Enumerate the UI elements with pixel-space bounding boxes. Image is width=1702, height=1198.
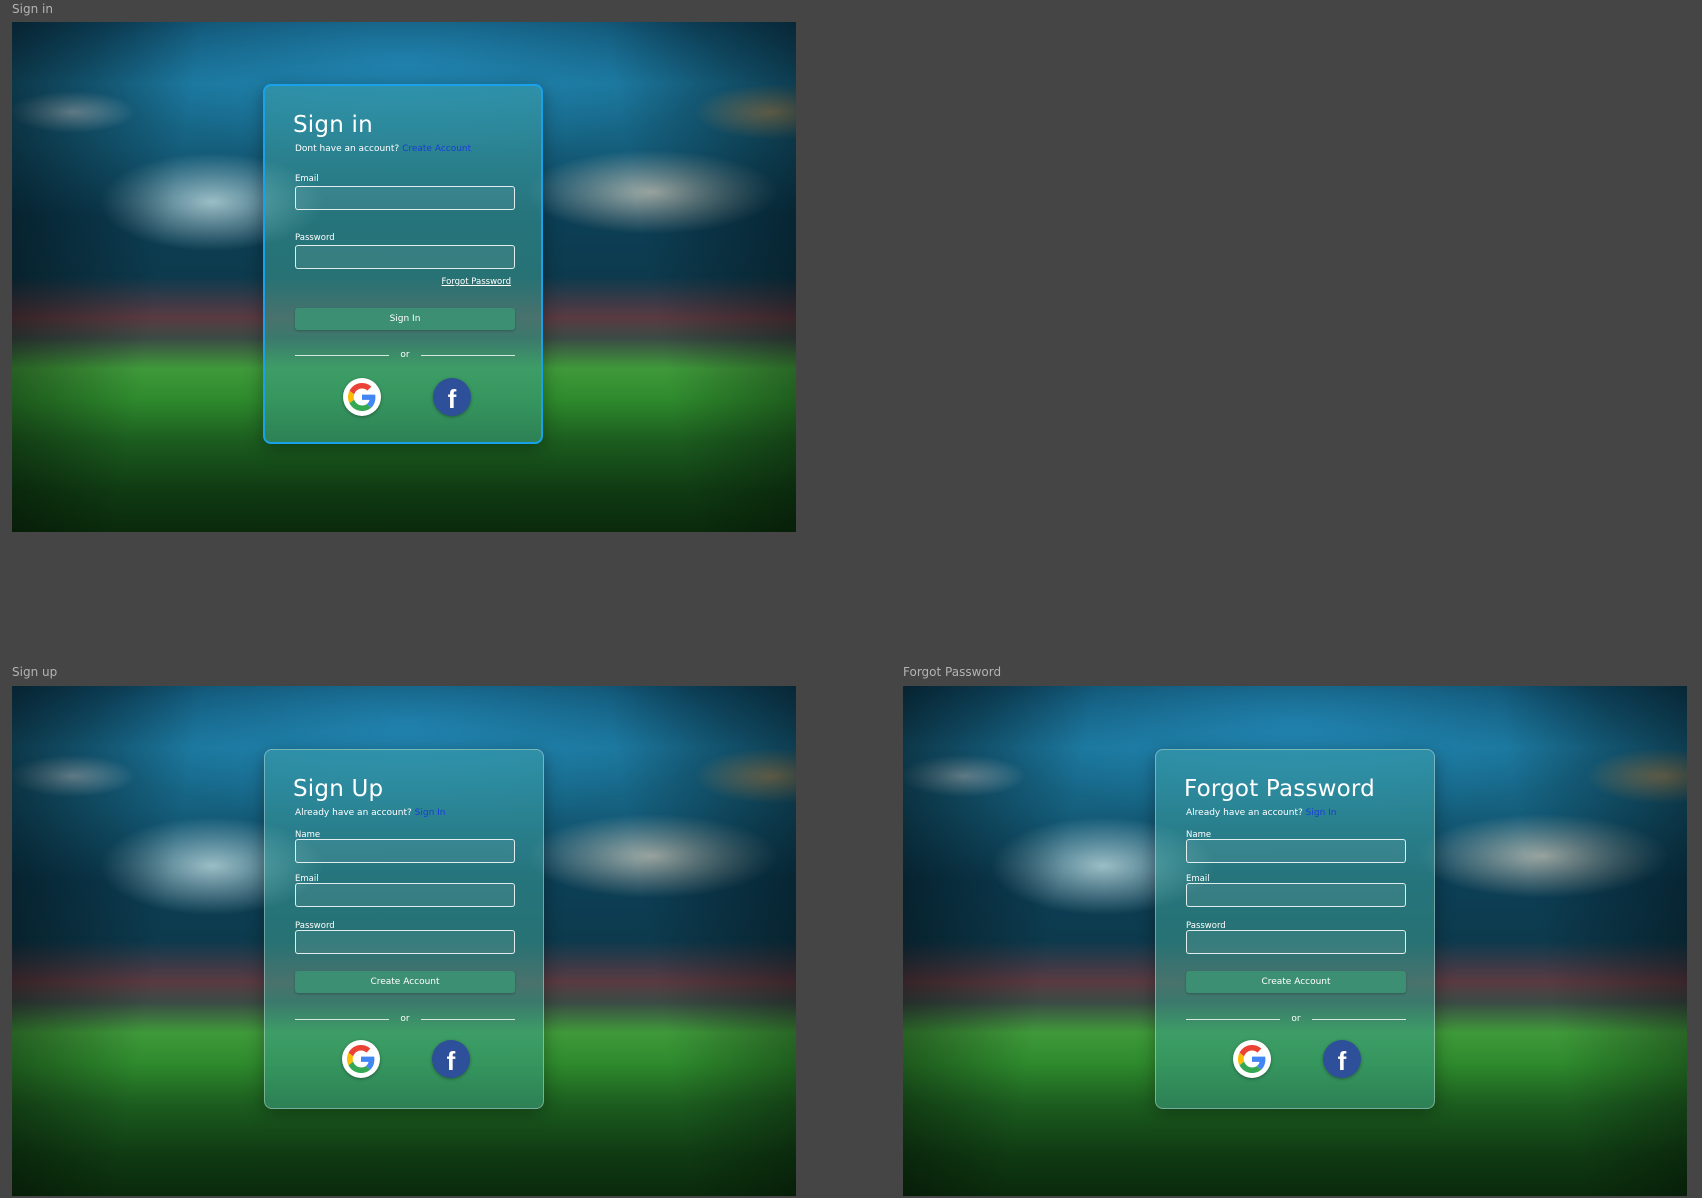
name-field[interactable] bbox=[295, 839, 515, 863]
google-sign-in-button[interactable] bbox=[343, 378, 381, 416]
frame-label-forgot-password: Forgot Password bbox=[903, 665, 1002, 679]
sign-in-link[interactable]: Sign In bbox=[1306, 808, 1337, 818]
sign-up-frame: Sign Up Already have an account? Sign In… bbox=[12, 686, 796, 1196]
google-sign-up-button[interactable] bbox=[342, 1040, 380, 1078]
facebook-button[interactable]: f bbox=[1323, 1040, 1361, 1078]
divider-line-right bbox=[1312, 1019, 1406, 1020]
page-title: Sign in bbox=[293, 112, 373, 138]
page-title: Forgot Password bbox=[1184, 776, 1375, 802]
create-account-button[interactable]: Create Account bbox=[295, 971, 515, 993]
name-field[interactable] bbox=[1186, 839, 1406, 863]
facebook-sign-in-button[interactable]: f bbox=[433, 378, 471, 416]
email-field[interactable] bbox=[1186, 883, 1406, 907]
facebook-icon: f bbox=[447, 384, 457, 414]
or-divider: or bbox=[295, 1014, 515, 1026]
google-button[interactable] bbox=[1233, 1040, 1271, 1078]
divider-line-right bbox=[421, 355, 515, 356]
subtitle-text: Dont have an account? bbox=[295, 144, 400, 154]
sign-in-button[interactable]: Sign In bbox=[295, 308, 515, 330]
email-field[interactable] bbox=[295, 186, 515, 210]
google-icon bbox=[347, 1045, 375, 1073]
frame-label-sign-in: Sign in bbox=[12, 2, 53, 16]
facebook-icon: f bbox=[1337, 1046, 1347, 1076]
password-label: Password bbox=[295, 233, 335, 243]
subtitle-text: Already have an account? bbox=[295, 808, 412, 818]
email-field[interactable] bbox=[295, 883, 515, 907]
email-label: Email bbox=[295, 174, 319, 184]
subtitle: Already have an account? Sign In bbox=[1186, 808, 1337, 818]
password-field[interactable] bbox=[295, 930, 515, 954]
page-title: Sign Up bbox=[293, 776, 384, 802]
sign-in-frame: Sign in Dont have an account? Create Acc… bbox=[12, 22, 796, 532]
divider-line-right bbox=[421, 1019, 515, 1020]
password-field[interactable] bbox=[1186, 930, 1406, 954]
or-divider: or bbox=[1186, 1014, 1406, 1026]
sign-up-card: Sign Up Already have an account? Sign In… bbox=[264, 749, 544, 1109]
subtitle: Already have an account? Sign In bbox=[295, 808, 446, 818]
create-account-link[interactable]: Create Account bbox=[402, 144, 471, 154]
forgot-password-link[interactable]: Forgot Password bbox=[442, 277, 511, 287]
facebook-sign-up-button[interactable]: f bbox=[432, 1040, 470, 1078]
forgot-password-frame: Forgot Password Already have an account?… bbox=[903, 686, 1687, 1196]
create-account-button[interactable]: Create Account bbox=[1186, 971, 1406, 993]
or-divider: or bbox=[295, 350, 515, 362]
subtitle: Dont have an account? Create Account bbox=[295, 144, 471, 154]
subtitle-text: Already have an account? bbox=[1186, 808, 1303, 818]
password-field[interactable] bbox=[295, 245, 515, 269]
frame-label-sign-up: Sign up bbox=[12, 665, 58, 679]
google-icon bbox=[1238, 1045, 1266, 1073]
sign-in-link[interactable]: Sign In bbox=[415, 808, 446, 818]
sign-in-card: Sign in Dont have an account? Create Acc… bbox=[263, 84, 543, 444]
google-icon bbox=[348, 383, 376, 411]
facebook-icon: f bbox=[446, 1046, 456, 1076]
forgot-password-card: Forgot Password Already have an account?… bbox=[1155, 749, 1435, 1109]
